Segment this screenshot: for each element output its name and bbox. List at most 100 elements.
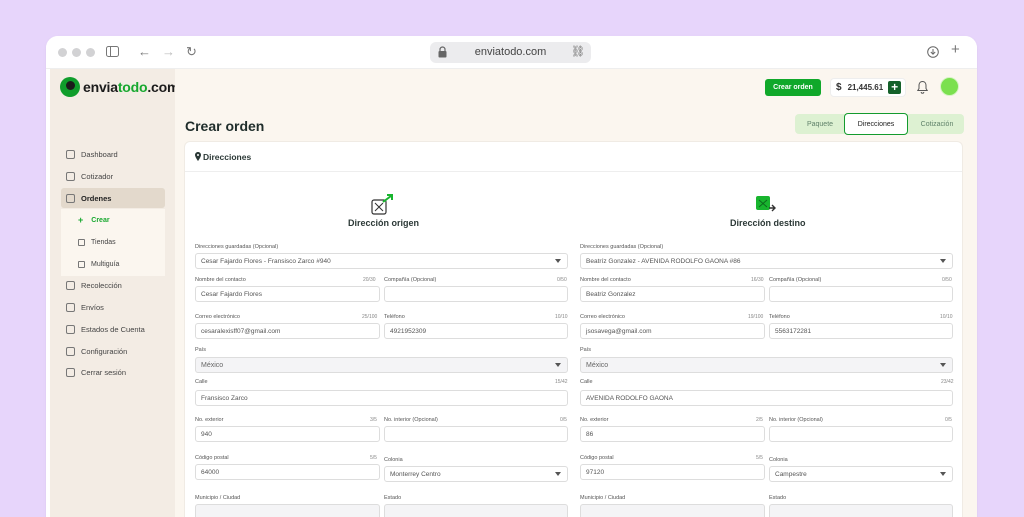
- submenu-item-tiendas[interactable]: Tiendas: [78, 235, 116, 249]
- brand-logo[interactable]: enviatodo.com: [60, 77, 179, 97]
- sidebar-item-cotizador[interactable]: Cotizador: [61, 166, 165, 186]
- window-close-dot[interactable]: [58, 48, 67, 57]
- origin-int-count: 0/5: [560, 417, 567, 423]
- chevron-down-icon: [940, 472, 946, 476]
- window-minimize-dot[interactable]: [72, 48, 81, 57]
- tab-paquete[interactable]: Paquete: [795, 114, 845, 134]
- sidebar-item-ordenes[interactable]: Ordenes: [61, 188, 165, 208]
- origin-contact-label: Nombre del contacto: [195, 277, 246, 283]
- destination-company-input[interactable]: [769, 286, 953, 302]
- url-text: enviatodo.com: [474, 46, 547, 58]
- origin-state-input[interactable]: [384, 504, 568, 517]
- origin-contact-input[interactable]: Cesar Fajardo Flores: [195, 286, 380, 302]
- origin-colonia-label: Colonia: [384, 457, 403, 463]
- addresses-card: Direcciones Dirección origen Dirección d…: [185, 142, 962, 517]
- destination-contact-input[interactable]: Beatriz Gonzalez: [580, 286, 765, 302]
- origin-int-input[interactable]: [384, 426, 568, 442]
- origin-phone-input[interactable]: 4921952309: [384, 323, 568, 339]
- origin-country-label: País: [195, 347, 207, 353]
- submenu-item-multiguia[interactable]: Multiguía: [78, 257, 119, 271]
- origin-company-label: Compañía (Opcional): [384, 277, 437, 283]
- destination-ext-label: No. exterior: [580, 417, 609, 423]
- sidebar-item-configuracion[interactable]: Configuración: [61, 341, 165, 361]
- origin-phone-label: Teléfono: [384, 314, 405, 320]
- logout-icon: [66, 367, 75, 377]
- destination-city-label: Municipio / Ciudad: [580, 495, 626, 501]
- origin-zip-count: 5/5: [370, 455, 377, 461]
- sidebar-toggle-icon[interactable]: [106, 46, 119, 57]
- ordenes-submenu: + Crear Tiendas Multiguía: [61, 209, 165, 276]
- sidebar-item-cerrar-sesion[interactable]: Cerrar sesión: [61, 362, 165, 382]
- destination-zip-label: Código postal: [580, 455, 614, 461]
- origin-email-input[interactable]: cesaralexisff07@gmail.com: [195, 323, 380, 339]
- truck-icon: [66, 280, 75, 290]
- window-zoom-dot[interactable]: [86, 48, 95, 57]
- order-steps: Paquete Direcciones Cotización: [795, 113, 964, 135]
- multiguide-icon: [78, 260, 85, 268]
- forward-arrow-icon[interactable]: →: [162, 44, 175, 60]
- destination-city-input[interactable]: [580, 504, 765, 517]
- destination-state-input[interactable]: [769, 504, 953, 517]
- chevron-down-icon: [555, 259, 561, 263]
- sidebar: enviatodo.com Dashboard Cotizador Ordene…: [50, 69, 179, 517]
- tab-direcciones[interactable]: Direcciones: [844, 113, 908, 135]
- add-funds-button[interactable]: +: [888, 81, 902, 94]
- statement-icon: [66, 324, 75, 334]
- origin-email-label: Correo electrónico: [195, 314, 240, 320]
- destination-phone-input[interactable]: 5563172281: [769, 323, 953, 339]
- chevron-down-icon: [555, 472, 561, 476]
- sidebar-item-dashboard[interactable]: Dashboard: [61, 144, 165, 164]
- destination-colonia-select[interactable]: Campestre: [769, 466, 953, 482]
- destination-contact-count: 16/30: [751, 277, 764, 283]
- origin-street-input[interactable]: Fransisco Zarco: [195, 390, 568, 406]
- origin-city-input[interactable]: [195, 504, 380, 517]
- origin-colonia-select[interactable]: Monterrey Centro: [384, 466, 568, 482]
- reload-icon[interactable]: ↻: [186, 44, 197, 60]
- download-icon[interactable]: [927, 46, 939, 58]
- store-icon: [78, 238, 85, 246]
- back-arrow-icon[interactable]: ←: [138, 44, 151, 60]
- destination-saved-select[interactable]: Beatríz Gonzalez - AVENIDA RODOLFO GAONA…: [580, 253, 953, 269]
- logo-mark-icon: [60, 77, 80, 97]
- sidebar-item-recoleccion[interactable]: Recolección: [61, 275, 165, 295]
- destination-email-input[interactable]: jsosavega@gmail.com: [580, 323, 765, 339]
- link-icon[interactable]: ⛓: [571, 45, 585, 58]
- destination-ext-input[interactable]: 86: [580, 426, 765, 442]
- chevron-down-icon: [940, 363, 946, 367]
- destination-street-input[interactable]: AVENIDA RODOLFO GAONA: [580, 390, 953, 406]
- destination-email-label: Correo electrónico: [580, 314, 625, 320]
- sidebar-item-estados-de-cuenta[interactable]: Estados de Cuenta: [61, 319, 165, 339]
- destination-country-select[interactable]: México: [580, 357, 953, 373]
- logo-wordmark: enviatodo.com: [83, 79, 180, 95]
- origin-company-input[interactable]: [384, 286, 568, 302]
- gear-icon: [66, 346, 75, 356]
- origin-saved-label: Direcciones guardadas (Opcional): [195, 244, 279, 250]
- origin-company-count: 0/50: [557, 277, 567, 283]
- destination-zip-input[interactable]: 97120: [580, 464, 765, 480]
- browser-toolbar: ← → ↻ enviatodo.com ⛓ +: [46, 36, 977, 69]
- tab-cotizacion[interactable]: Cotización: [910, 114, 964, 134]
- origin-saved-select[interactable]: Cesar Fajardo Flores - Fransisco Zarco #…: [195, 253, 568, 269]
- destination-company-label: Compañía (Opcional): [769, 277, 822, 283]
- balance-widget: $ 21,445.61 +: [830, 78, 906, 97]
- submenu-item-crear[interactable]: + Crear: [78, 213, 110, 227]
- origin-int-label: No. interior (Opcional): [384, 417, 438, 423]
- origin-address-icon: [371, 194, 393, 215]
- origin-ext-input[interactable]: 940: [195, 426, 380, 442]
- origin-state-label: Estado: [384, 495, 402, 501]
- destination-int-label: No. interior (Opcional): [769, 417, 823, 423]
- user-avatar[interactable]: [940, 77, 959, 96]
- origin-street-label: Calle: [195, 379, 208, 385]
- bell-icon[interactable]: [916, 80, 929, 94]
- main-content: Crear orden $ 21,445.61 + Crear orden Pa…: [175, 69, 977, 517]
- destination-zip-count: 5/5: [756, 455, 763, 461]
- origin-country-select[interactable]: México: [195, 357, 568, 373]
- sidebar-item-envios[interactable]: Envíos: [61, 297, 165, 317]
- origin-contact-count: 20/30: [363, 277, 376, 283]
- origin-zip-input[interactable]: 64000: [195, 464, 380, 480]
- destination-int-input[interactable]: [769, 426, 953, 442]
- address-bar[interactable]: enviatodo.com ⛓: [430, 42, 591, 63]
- new-tab-icon[interactable]: +: [951, 42, 960, 58]
- origin-street-count: 15/42: [555, 379, 568, 385]
- create-order-button[interactable]: Crear orden: [765, 79, 821, 96]
